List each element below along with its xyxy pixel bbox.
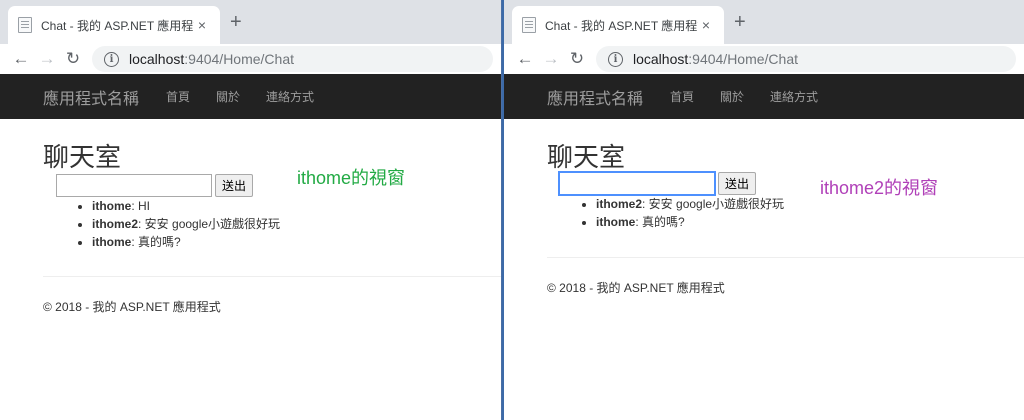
nav-link-about[interactable]: 關於	[216, 88, 240, 105]
list-item: ithome: 真的嗎?	[596, 213, 784, 231]
tab-title: Chat - 我的 ASP.NET 應用程式	[545, 18, 698, 33]
list-item: ithome2: 安安 google小遊戲很好玩	[92, 215, 280, 233]
page-footer: © 2018 - 我的 ASP.NET 應用程式	[547, 281, 725, 295]
page-footer: © 2018 - 我的 ASP.NET 應用程式	[43, 300, 221, 314]
nav-link-contact[interactable]: 連絡方式	[770, 88, 818, 105]
message-list: ithome: HI ithome2: 安安 google小遊戲很好玩 itho…	[92, 197, 280, 251]
divider	[43, 276, 501, 277]
nav-link-about[interactable]: 關於	[720, 88, 744, 105]
message-text: : 真的嗎?	[131, 235, 181, 249]
send-button[interactable]: 送出	[215, 174, 254, 197]
browser-window-left: Chat - 我的 ASP.NET 應用程式 × + ← → ↻ i local…	[0, 0, 502, 420]
message-text: : 安安 google小遊戲很好玩	[138, 217, 281, 231]
list-item: ithome2: 安安 google小遊戲很好玩	[596, 195, 784, 213]
url-host: localhost	[129, 51, 185, 67]
browser-window-right: Chat - 我的 ASP.NET 應用程式 × + ← → ↻ i local…	[502, 0, 1024, 420]
browser-toolbar: ← → ↻ i localhost:9404/Home/Chat	[0, 44, 501, 74]
list-item: ithome: 真的嗎?	[92, 233, 280, 251]
page-content: 聊天室 送出 ithome: HI ithome2: 安安 google小遊戲很…	[0, 119, 501, 420]
url-path: :9404/Home/Chat	[184, 51, 294, 67]
message-input[interactable]	[56, 174, 212, 197]
address-bar[interactable]: i localhost:9404/Home/Chat	[92, 46, 493, 72]
site-brand-link[interactable]: 應用程式名稱	[547, 85, 643, 109]
message-text: : HI	[131, 199, 151, 213]
page-favicon-icon	[18, 17, 32, 33]
site-navbar: 應用程式名稱 首頁 關於 連絡方式	[504, 74, 1024, 119]
message-text: : 安安 google小遊戲很好玩	[642, 197, 785, 211]
tab-strip: Chat - 我的 ASP.NET 應用程式 × +	[504, 0, 1024, 44]
back-arrow-icon[interactable]: ←	[8, 47, 34, 71]
page-content: 聊天室 送出 ithome2: 安安 google小遊戲很好玩 ithome: …	[504, 119, 1024, 420]
site-info-icon[interactable]: i	[608, 51, 623, 67]
browser-tab[interactable]: Chat - 我的 ASP.NET 應用程式 ×	[8, 6, 220, 44]
nav-link-home[interactable]: 首頁	[670, 88, 694, 105]
message-user: ithome2	[596, 197, 643, 211]
site-navbar: 應用程式名稱 首頁 關於 連絡方式	[0, 74, 501, 119]
site-brand-link[interactable]: 應用程式名稱	[43, 85, 139, 109]
page-favicon-icon	[522, 17, 536, 33]
message-user: ithome	[92, 199, 132, 213]
divider	[547, 257, 1024, 258]
reload-icon[interactable]: ↻	[564, 47, 590, 71]
url-host: localhost	[633, 51, 689, 67]
back-arrow-icon[interactable]: ←	[512, 47, 538, 71]
window-annotation: ithome2的視窗	[820, 178, 939, 198]
send-button[interactable]: 送出	[718, 172, 757, 195]
forward-arrow-icon[interactable]: →	[538, 47, 564, 71]
message-list: ithome2: 安安 google小遊戲很好玩 ithome: 真的嗎?	[596, 195, 784, 231]
tab-title: Chat - 我的 ASP.NET 應用程式	[41, 18, 194, 33]
message-input[interactable]	[559, 172, 715, 195]
forward-arrow-icon[interactable]: →	[34, 47, 60, 71]
reload-icon[interactable]: ↻	[60, 47, 86, 71]
site-info-icon[interactable]: i	[104, 51, 119, 67]
message-user: ithome	[92, 235, 132, 249]
new-tab-icon[interactable]: +	[230, 12, 242, 32]
window-annotation: ithome的視窗	[297, 168, 406, 188]
new-tab-icon[interactable]: +	[734, 12, 746, 32]
url-path: :9404/Home/Chat	[688, 51, 798, 67]
message-text: : 真的嗎?	[635, 215, 685, 229]
page-title: 聊天室	[547, 142, 626, 172]
message-user: ithome2	[92, 217, 139, 231]
browser-toolbar: ← → ↻ i localhost:9404/Home/Chat	[504, 44, 1024, 74]
page-title: 聊天室	[43, 142, 122, 172]
close-icon[interactable]: ×	[698, 17, 714, 33]
address-bar[interactable]: i localhost:9404/Home/Chat	[596, 46, 1016, 72]
nav-link-home[interactable]: 首頁	[166, 88, 190, 105]
tab-strip: Chat - 我的 ASP.NET 應用程式 × +	[0, 0, 501, 44]
browser-tab[interactable]: Chat - 我的 ASP.NET 應用程式 ×	[512, 6, 724, 44]
nav-link-contact[interactable]: 連絡方式	[266, 88, 314, 105]
list-item: ithome: HI	[92, 197, 280, 215]
message-user: ithome	[596, 215, 636, 229]
close-icon[interactable]: ×	[194, 17, 210, 33]
